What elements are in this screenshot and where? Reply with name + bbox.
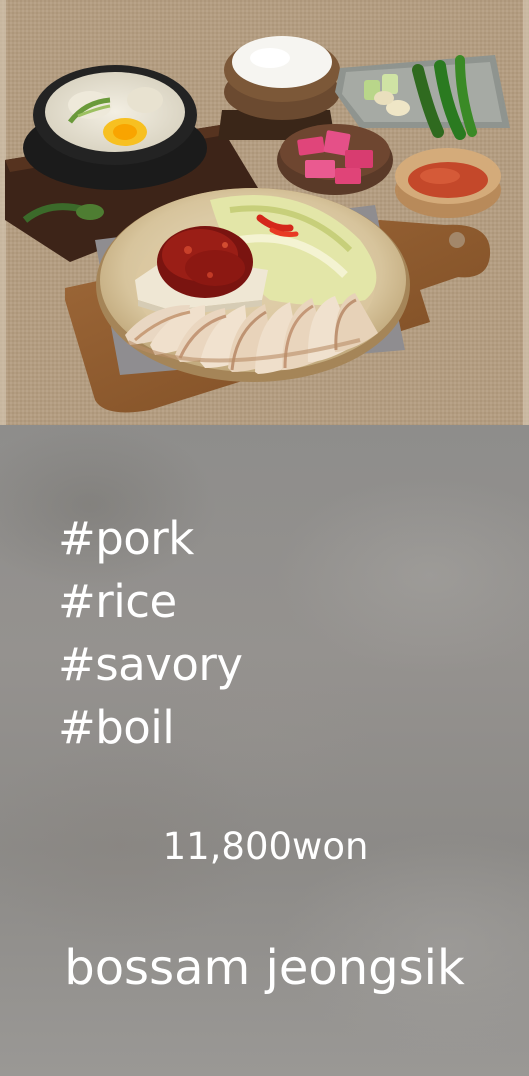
hashtag-pork: #pork [58, 512, 194, 565]
menu-card: #pork #rice #savory #boil 11,800won boss… [0, 0, 529, 1076]
dish-photo [0, 0, 529, 425]
dish-name: bossam jeongsik [64, 940, 465, 996]
hashtag-boil: #boil [58, 701, 175, 754]
menu-info-panel: #pork #rice #savory #boil 11,800won boss… [0, 425, 529, 1076]
hashtag-savory: #savory [58, 638, 243, 691]
hashtag-rice: #rice [58, 575, 177, 628]
hashtag-list: #pork #rice #savory #boil [58, 507, 243, 759]
price-label: 11,800won [162, 825, 369, 868]
